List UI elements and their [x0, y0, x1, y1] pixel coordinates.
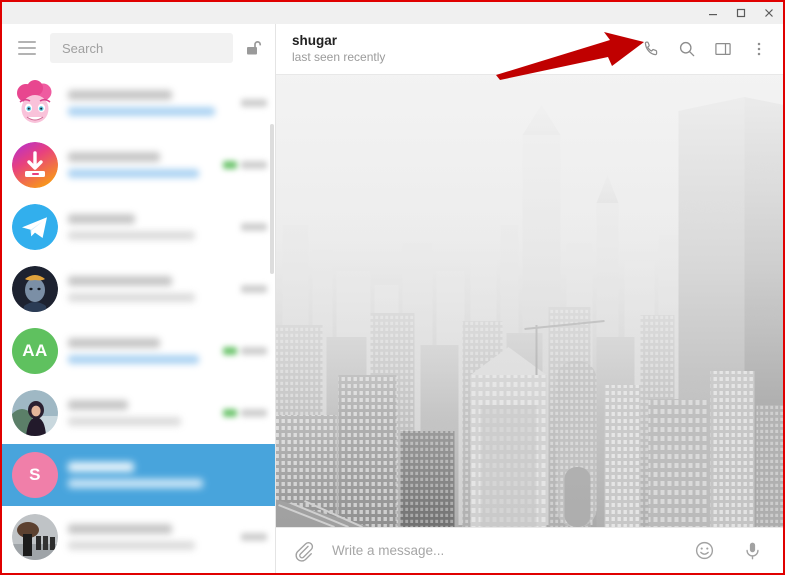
avatar: AA [12, 328, 58, 374]
toggle-info-panel-button[interactable] [707, 33, 739, 65]
list-item-preview [68, 338, 217, 364]
avatar [12, 142, 58, 188]
chat-header-actions [635, 33, 775, 65]
list-item-meta [241, 99, 267, 107]
voice-record-button[interactable] [737, 536, 767, 566]
search-input[interactable]: Search [50, 33, 233, 63]
smiley-icon [695, 541, 713, 560]
avatar-initials: AA [22, 341, 48, 360]
chat-pane: shugar last seen recently Write a messag… [276, 24, 783, 573]
microphone-icon [745, 542, 759, 560]
list-item-meta [223, 409, 267, 417]
call-button[interactable] [635, 33, 667, 65]
avatar [12, 266, 58, 312]
sidebar-scrollbar[interactable] [270, 124, 274, 274]
list-item-preview [68, 90, 235, 116]
list-item[interactable] [2, 258, 275, 320]
attach-button[interactable] [288, 536, 318, 566]
list-item-preview [68, 524, 235, 550]
close-icon [765, 9, 773, 17]
list-item-preview [68, 400, 217, 426]
list-item[interactable] [2, 382, 275, 444]
avatar: S [12, 452, 58, 498]
message-placeholder: Write a message... [332, 543, 445, 558]
list-item-preview [68, 462, 261, 488]
chat-wallpaper [276, 75, 783, 527]
chat-list[interactable]: AA S [2, 72, 275, 573]
search-in-chat-button[interactable] [671, 33, 703, 65]
minimize-icon [709, 14, 717, 16]
list-item-selected[interactable]: S [2, 444, 275, 506]
peer-info[interactable]: shugar last seen recently [292, 33, 635, 65]
page-title: shugar [292, 33, 338, 48]
dots-vertical-icon [757, 42, 761, 56]
maximize-icon [736, 8, 746, 18]
workspace: Search AA S shugar last seen recently Wr… [2, 24, 783, 573]
paperclip-icon [295, 541, 314, 562]
panel-right-icon [715, 42, 731, 56]
telegram-desktop-window: Search AA S shugar last seen recently Wr… [0, 0, 785, 575]
minimize-button[interactable] [699, 3, 727, 23]
list-item[interactable] [2, 72, 275, 134]
list-item-meta [223, 347, 267, 355]
sidebar-header: Search [2, 24, 275, 72]
emoji-button[interactable] [689, 536, 719, 566]
peer-status: last seen recently [292, 50, 386, 64]
grayscale-city-skyline-wallpaper [276, 75, 783, 527]
phone-icon [644, 41, 658, 56]
list-item[interactable] [2, 506, 275, 568]
hamburger-menu-icon[interactable] [10, 31, 44, 65]
pink-cartoon-pony-avatar [12, 80, 58, 126]
list-item-preview [68, 276, 235, 302]
avatar-initials: S [29, 465, 41, 484]
woman-photo-avatar [12, 390, 58, 436]
telegram-logo-avatar [12, 204, 58, 250]
list-item-meta [223, 161, 267, 169]
dark-portrait-avatar [12, 266, 58, 312]
message-input[interactable]: Write a message... [332, 543, 681, 558]
maximize-button[interactable] [727, 3, 755, 23]
close-button[interactable] [755, 3, 783, 23]
avatar [12, 514, 58, 560]
list-item-preview [68, 214, 235, 240]
list-item-meta [241, 533, 267, 541]
chat-header: shugar last seen recently [276, 24, 783, 75]
search-icon [679, 41, 695, 57]
unlocked-padlock-icon[interactable] [241, 36, 265, 60]
avatar [12, 390, 58, 436]
composer-actions [689, 536, 771, 566]
more-menu-button[interactable] [743, 33, 775, 65]
title-bar [2, 2, 783, 25]
list-item[interactable] [2, 134, 275, 196]
download-arrow-gradient-avatar [12, 142, 58, 188]
list-item-preview [68, 152, 217, 178]
list-item[interactable]: AA [2, 320, 275, 382]
search-placeholder: Search [62, 40, 104, 56]
sidebar: Search AA S [2, 24, 276, 573]
list-item[interactable] [2, 196, 275, 258]
avatar [12, 80, 58, 126]
message-composer: Write a message... [276, 527, 783, 573]
list-item-meta [241, 285, 267, 293]
avatar [12, 204, 58, 250]
list-item-meta [241, 223, 267, 231]
group-photo-avatar [12, 514, 58, 560]
